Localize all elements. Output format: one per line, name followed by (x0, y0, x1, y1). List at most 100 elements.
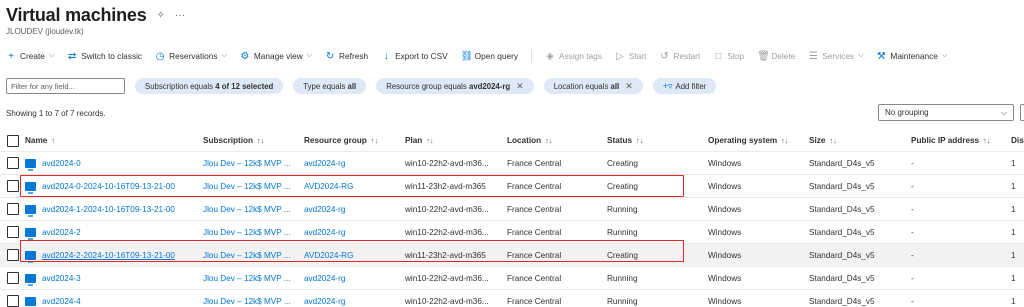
vm-name-link[interactable]: avd2024-2 (42, 228, 81, 237)
filter-subscription-value: 4 of 12 selected (215, 81, 274, 91)
toolbar-label: Restart (673, 51, 701, 61)
cell-subscription[interactable]: Jlou Dev – 12k$ MVP ... (203, 267, 300, 289)
filter-search-input[interactable]: Filter for any field... (6, 78, 125, 94)
table-row[interactable]: avd2024-3 Jlou Dev – 12k$ MVP ... avd2024-… (0, 267, 1024, 290)
column-header-dis[interactable]: Dis (1011, 130, 1024, 151)
cell-resource-group[interactable]: avd2024-rg (304, 152, 400, 174)
cell-dis: 1 (1011, 273, 1016, 283)
close-icon[interactable]: ✕ (516, 81, 524, 92)
table-row[interactable]: avd2024-1-2024-10-16T09-13-21-00 Jlou Dev… (0, 198, 1024, 221)
select-all-checkbox[interactable] (7, 135, 19, 147)
column-header-subscription[interactable]: Subscription ↑↓ (203, 130, 300, 151)
column-header-plan[interactable]: Plan ↑↓ (405, 130, 503, 151)
vm-name-link[interactable]: avd2024-4 (42, 297, 81, 306)
row-checkbox[interactable] (7, 203, 19, 215)
toolbar-button-services[interactable]: ☰ Services ⌵ (808, 51, 864, 62)
toolbar-button-open-query[interactable]: ⛓ Open query (461, 51, 518, 62)
toolbar-button-reservations[interactable]: ◷ Reservations ⌵ (155, 51, 227, 62)
cell-size: Standard_D4s_v5 (809, 296, 875, 306)
row-checkbox[interactable] (7, 249, 19, 261)
toolbar-label: Services (822, 51, 855, 61)
command-bar: + Create ⌵ ⇄ Switch to classic ◷ Reservations ⌵… (6, 47, 960, 65)
vm-name-link[interactable]: avd2024-3 (42, 274, 81, 283)
table-row[interactable]: avd2024-4 Jlou Dev – 12k$ MVP ... avd2024-… (0, 290, 1024, 307)
toolbar-label: Reservations (169, 51, 218, 61)
row-checkbox[interactable] (7, 272, 19, 284)
cell-subscription[interactable]: Jlou Dev – 12k$ MVP ... (203, 198, 300, 220)
cell-plan: win10-22h2-avd-m36... (405, 296, 489, 306)
toolbar-label: Create (20, 51, 45, 61)
grouping-value: No grouping (885, 108, 929, 117)
row-checkbox[interactable] (7, 180, 19, 192)
sort-icon: ↑↓ (781, 136, 789, 145)
column-header-status[interactable]: Status ↑↓ (607, 130, 703, 151)
toolbar-button-delete[interactable]: 🗑 Delete (757, 51, 795, 62)
vm-name-link[interactable]: avd2024-0 (42, 159, 81, 168)
filter-location-prefix: Location equals (553, 81, 611, 91)
toolbar-button-start[interactable]: ▷ Start (615, 51, 646, 62)
cell-resource-group[interactable]: avd2024-rg (304, 290, 400, 307)
toolbar-label: Export to CSV (395, 51, 448, 61)
page-header: Virtual machines ✧ ··· (6, 4, 185, 26)
cell-size: Standard_D4s_v5 (809, 181, 875, 191)
toolbar-button-refresh[interactable]: ↻ Refresh (325, 51, 368, 62)
download-icon: ↓ (383, 50, 389, 62)
vm-name-link[interactable]: avd2024-1-2024-10-16T09-13-21-00 (42, 205, 175, 214)
filter-pill-resource-group[interactable]: Resource group equals avd2024-rg ✕ (376, 78, 534, 94)
cell-resource-group[interactable]: avd2024-rg (304, 267, 400, 289)
column-header-size[interactable]: Size ↑↓ (809, 130, 906, 151)
row-checkbox[interactable] (7, 226, 19, 238)
cell-os: Windows (708, 204, 742, 214)
cell-status: Creating (607, 158, 638, 168)
toolbar-button-stop[interactable]: □ Stop (713, 51, 744, 62)
cell-public-ip: - (911, 227, 914, 237)
toolbar-button-create[interactable]: + Create ⌵ (6, 51, 54, 62)
cell-os: Windows (708, 296, 742, 306)
cell-os: Windows (708, 181, 742, 191)
row-checkbox[interactable] (7, 157, 19, 169)
records-count: Showing 1 to 7 of 7 records. (6, 109, 106, 118)
add-filter-button[interactable]: +▿ Add filter (652, 78, 717, 94)
toolbar-button-manage-view[interactable]: ⚙ Manage view ⌵ (240, 51, 312, 62)
cell-subscription[interactable]: Jlou Dev – 12k$ MVP ... (203, 152, 300, 174)
vm-table: Name ↑ Subscription ↑↓ Resource group ↑↓ Pl… (0, 130, 1024, 307)
grouping-dropdown[interactable]: No grouping ⌵ (878, 104, 1014, 121)
plus-icon: + (8, 50, 14, 62)
row-checkbox[interactable] (7, 295, 19, 307)
toolbar-button-export-to-csv[interactable]: ↓ Export to CSV (381, 51, 448, 62)
toolbar-button-assign-tags[interactable]: ◈ Assign tags (545, 51, 602, 62)
toolbar-button-restart[interactable]: ↺ Restart (659, 51, 700, 62)
view-toggle-button[interactable] (1020, 104, 1024, 121)
cell-dis: 1 (1011, 181, 1016, 191)
table-row[interactable]: avd2024-0 Jlou Dev – 12k$ MVP ... avd2024-… (0, 152, 1024, 175)
filter-pill-type[interactable]: Type equals all (293, 78, 367, 94)
filter-pill-subscription[interactable]: Subscription equals 4 of 12 selected (135, 78, 284, 94)
chevron-down-icon: ⌵ (1000, 107, 1007, 117)
cell-size: Standard_D4s_v5 (809, 204, 875, 214)
filter-pill-location[interactable]: Location equals all ✕ (543, 78, 643, 94)
toolbar-button-switch-to-classic[interactable]: ⇄ Switch to classic (67, 51, 142, 62)
column-header-public-ip[interactable]: Public IP address ↑↓ (911, 130, 1009, 151)
vm-name-cell: avd2024-3 (25, 267, 200, 289)
cell-location: France Central (507, 158, 562, 168)
gear-icon: ⚙ (240, 50, 250, 62)
column-header-location[interactable]: Location ↑↓ (507, 130, 603, 151)
column-header-name[interactable]: Name ↑ (25, 130, 200, 151)
vm-name-cell: avd2024-0 (25, 152, 200, 174)
filter-type-value: all (347, 81, 357, 91)
toolbar-button-maintenance[interactable]: ⚒ Maintenance ⌵ (876, 51, 947, 62)
column-header-os[interactable]: Operating system ↑↓ (708, 130, 805, 151)
cell-public-ip: - (911, 273, 914, 283)
cell-resource-group[interactable]: avd2024-rg (304, 198, 400, 220)
cell-dis: 1 (1011, 296, 1016, 306)
close-icon[interactable]: ✕ (625, 81, 633, 92)
column-header-resource-group[interactable]: Resource group ↑↓ (304, 130, 400, 151)
more-options-icon[interactable]: ··· (175, 10, 185, 21)
vm-name-cell: avd2024-4 (25, 290, 200, 307)
cell-size: Standard_D4s_v5 (809, 250, 875, 260)
clock-icon: ◷ (155, 50, 165, 62)
pin-icon[interactable]: ✧ (157, 10, 165, 21)
chevron-down-icon: ⌵ (858, 52, 864, 59)
cell-subscription[interactable]: Jlou Dev – 12k$ MVP ... (203, 290, 300, 307)
restart-icon: ↺ (660, 50, 669, 62)
